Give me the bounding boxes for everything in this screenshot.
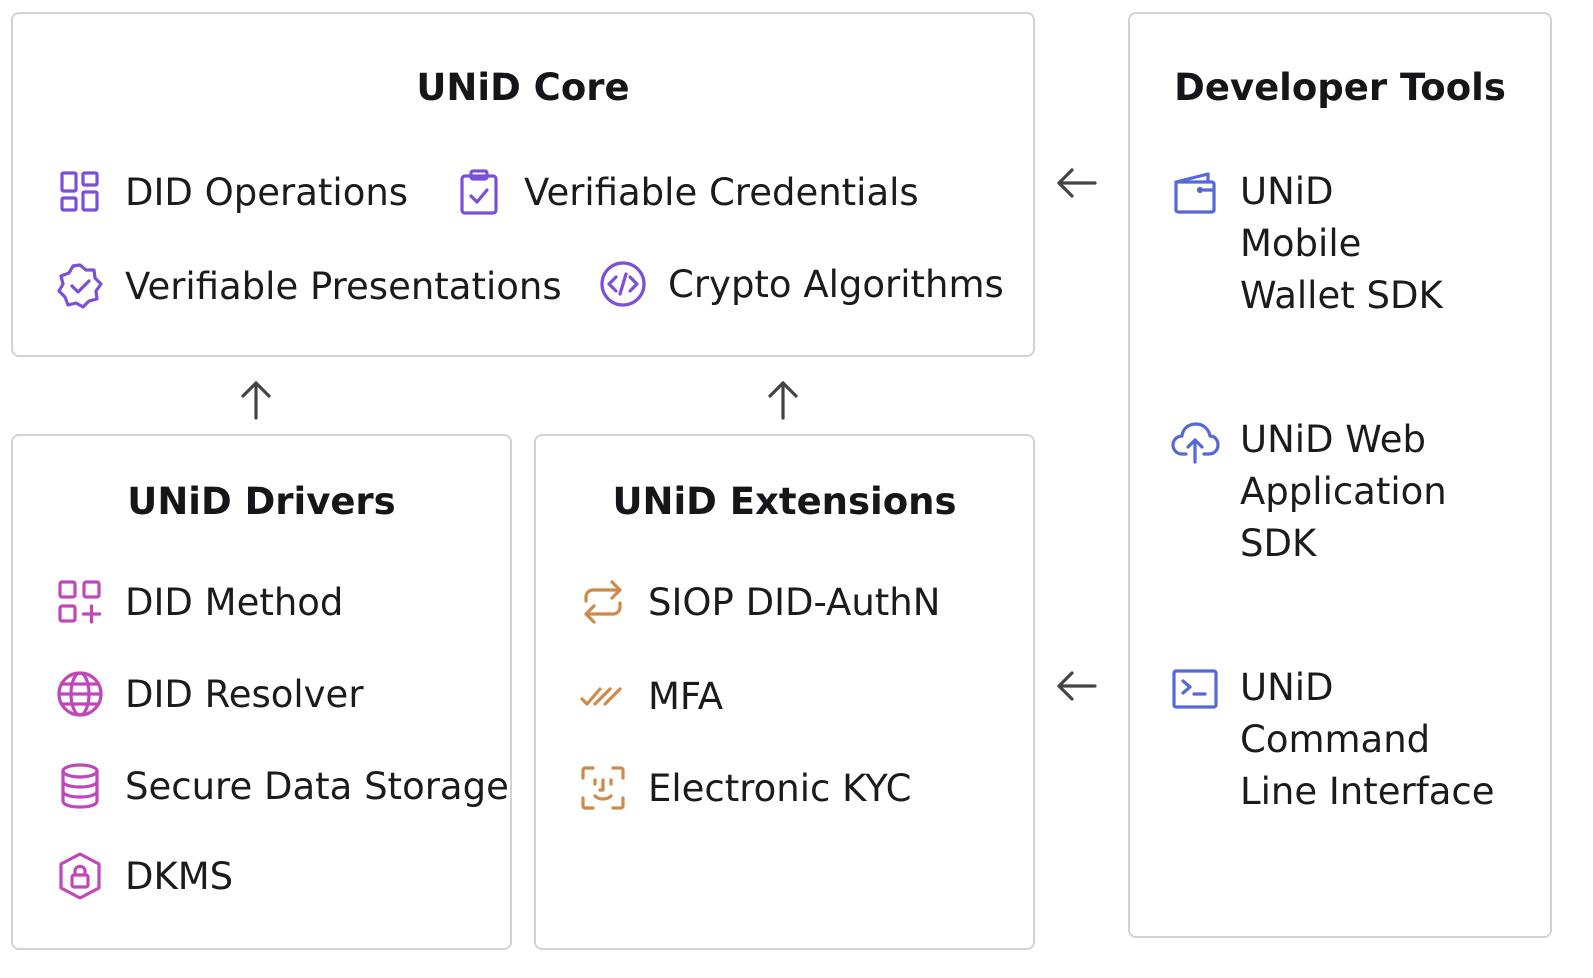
tools-item-line: Mobile — [1240, 222, 1362, 265]
tools-item-line: UNiD — [1240, 170, 1334, 213]
core-item-label: Verifiable Credentials — [524, 170, 919, 214]
tools-item-command-line-interface: UNiD Command Line Interface — [1170, 662, 1495, 818]
globe-icon — [55, 669, 105, 719]
face-id-icon — [578, 763, 628, 813]
arrow-left-tools-to-extensions — [1054, 668, 1100, 704]
extensions-item-label: SIOP DID-AuthN — [648, 580, 941, 624]
extensions-title: UNiD Extensions — [612, 480, 957, 523]
tools-box: Developer Tools UNiD Mobile Wallet SDK U… — [1128, 12, 1552, 938]
double-check-icon — [578, 671, 628, 721]
shield-lock-icon — [55, 851, 105, 901]
clipboard-check-icon — [454, 167, 504, 217]
arrow-up-extensions-to-core — [765, 378, 801, 422]
drivers-item-label: DKMS — [125, 854, 234, 898]
core-item-label: DID Operations — [125, 170, 409, 214]
grid-plus-icon — [55, 577, 105, 627]
code-circle-icon — [598, 259, 648, 309]
database-icon — [55, 761, 105, 811]
core-item-label: Verifiable Presentations — [125, 264, 562, 308]
core-item-verifiable-presentations: Verifiable Presentations — [55, 261, 562, 311]
extensions-item-electronic-kyc: Electronic KYC — [578, 763, 912, 813]
cloud-upload-icon — [1170, 416, 1220, 466]
extensions-box: UNiD Extensions SIOP DID-AuthN MFA Elect… — [534, 434, 1035, 950]
core-item-label: Crypto Algorithms — [668, 262, 1004, 306]
tools-item-line: Command — [1240, 718, 1431, 761]
drivers-item-label: Secure Data Storage — [125, 764, 509, 808]
drivers-item-label: DID Method — [125, 580, 344, 624]
core-item-verifiable-credentials: Verifiable Credentials — [454, 167, 919, 217]
drivers-item-label: DID Resolver — [125, 672, 364, 716]
extensions-item-siop-did-authn: SIOP DID-AuthN — [578, 577, 940, 627]
tools-item-line: UNiD Web — [1240, 418, 1426, 461]
drivers-box: UNiD Drivers DID Method DID Resolver Sec… — [11, 434, 512, 950]
repeat-icon — [578, 577, 628, 627]
tools-item-line: UNiD — [1240, 666, 1334, 709]
drivers-title: UNiD Drivers — [127, 480, 396, 523]
extensions-item-mfa: MFA — [578, 671, 723, 721]
arrow-left-tools-to-core — [1054, 165, 1100, 201]
tools-item-mobile-wallet-sdk: UNiD Mobile Wallet SDK — [1170, 166, 1443, 322]
drivers-item-secure-data-storage: Secure Data Storage — [55, 761, 509, 811]
tools-title: Developer Tools — [1174, 66, 1506, 109]
wallet-icon — [1170, 168, 1220, 218]
terminal-icon — [1170, 664, 1220, 714]
tools-item-web-application-sdk: UNiD Web Application SDK — [1170, 414, 1447, 570]
extensions-item-label: MFA — [648, 674, 724, 718]
badge-check-icon — [55, 261, 105, 311]
core-item-crypto-algorithms: Crypto Algorithms — [598, 259, 1004, 309]
core-box: UNiD Core DID Operations Verifiable Cred… — [11, 12, 1035, 357]
tools-item-line: SDK — [1240, 522, 1317, 565]
tools-item-line: Line Interface — [1240, 770, 1495, 813]
extensions-item-label: Electronic KYC — [648, 766, 912, 810]
tools-item-line: Wallet SDK — [1240, 274, 1443, 317]
core-item-did-operations: DID Operations — [55, 167, 408, 217]
drivers-item-did-resolver: DID Resolver — [55, 669, 364, 719]
drivers-item-did-method: DID Method — [55, 577, 343, 627]
drivers-item-dkms: DKMS — [55, 851, 233, 901]
core-title: UNiD Core — [416, 66, 630, 109]
tools-item-line: Application — [1240, 470, 1447, 513]
arrow-up-drivers-to-core — [238, 378, 274, 422]
dashboard-grid-icon — [55, 167, 105, 217]
